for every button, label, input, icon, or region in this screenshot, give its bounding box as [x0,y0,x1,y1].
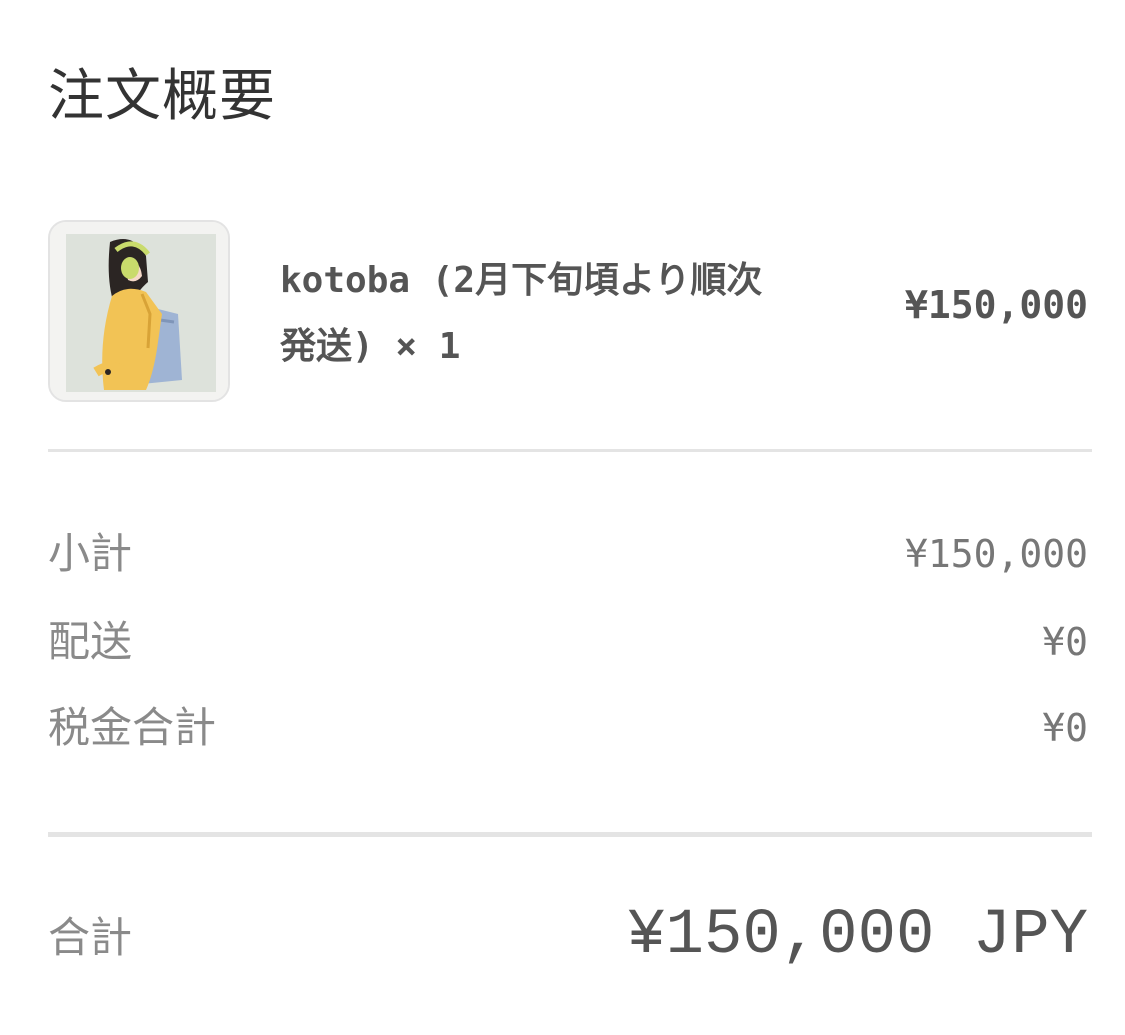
total-value: ¥150,000 JPY [627,900,1088,972]
shipping-row: 配送 ¥0 [48,612,1092,672]
subtotal-label: 小計 [48,529,133,578]
order-summary: 注文概要 kotoba (2月下旬頃より順次発送) × 1 ¥150,000 小… [48,0,1092,1035]
subtotal-row: 小計 ¥150,000 [48,524,1092,584]
total-divider [48,832,1092,837]
tax-label: 税金合計 [48,703,217,752]
divider [48,449,1092,452]
tax-value: ¥0 [1042,706,1088,750]
product-artwork [50,222,228,400]
total-label: 合計 [48,913,133,962]
total-row: 合計 ¥150,000 JPY [48,888,1092,988]
shipping-value: ¥0 [1042,620,1088,664]
page-title: 注文概要 [48,64,276,129]
tax-row: 税金合計 ¥0 [48,698,1092,758]
subtotal-value: ¥150,000 [904,532,1088,576]
product-thumbnail[interactable] [48,220,230,402]
shipping-label: 配送 [48,617,133,666]
order-item: kotoba (2月下旬頃より順次発送) × 1 ¥150,000 [48,218,1092,406]
product-name: kotoba (2月下旬頃より順次発送) × 1 [280,260,763,367]
product-price: ¥150,000 [904,283,1088,327]
